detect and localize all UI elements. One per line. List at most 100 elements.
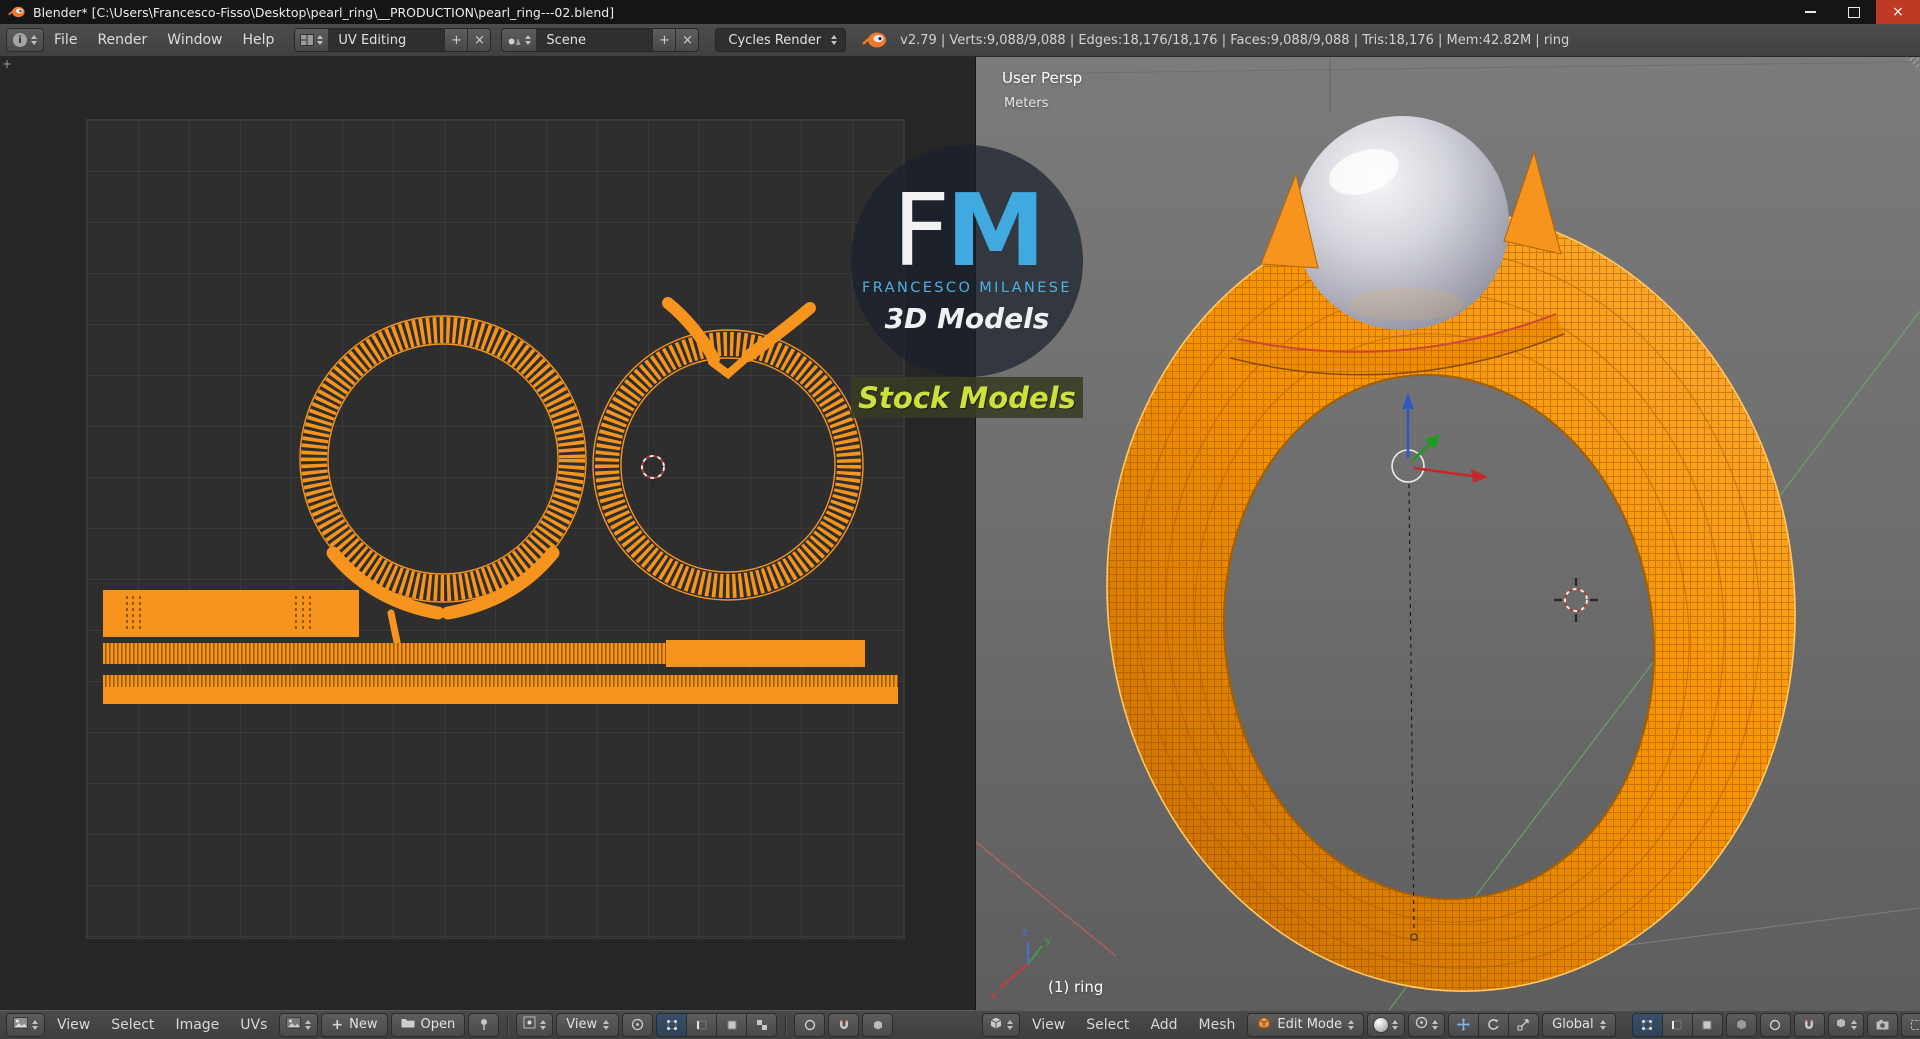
render-border-button[interactable] xyxy=(1900,1012,1920,1037)
pivot-point-button[interactable] xyxy=(622,1012,654,1037)
watermark-logo: F M FRANCESCO MILANESE 3D Models xyxy=(851,145,1083,377)
screen-layout-selector[interactable]: UV Editing + × xyxy=(294,28,492,52)
uv-select-island-button[interactable] xyxy=(746,1012,778,1037)
open-image-label: Open xyxy=(420,1017,456,1032)
chevron-updown-icon xyxy=(1392,1019,1399,1030)
proportional-icon xyxy=(1769,1019,1781,1030)
snap-element-dropdown[interactable] xyxy=(1827,1012,1864,1037)
open-image-button[interactable]: Open xyxy=(390,1012,466,1037)
viewport-menu-mesh[interactable]: Mesh xyxy=(1190,1017,1245,1033)
transform-orientation-dropdown[interactable]: Global xyxy=(1542,1012,1616,1037)
proportional-icon xyxy=(804,1019,815,1030)
orientation-label: Global xyxy=(1552,1017,1594,1032)
new-image-label: New xyxy=(349,1017,378,1032)
chevron-updown-icon xyxy=(1599,1019,1606,1030)
window-title: Blender* [C:\Users\Francesco-Fisso\Deskt… xyxy=(33,4,615,20)
add-layout-button[interactable]: + xyxy=(444,29,468,51)
snap-element-button[interactable] xyxy=(862,1012,894,1037)
uv-view-dropdown-label: View xyxy=(566,1017,598,1032)
add-scene-button[interactable]: + xyxy=(652,29,676,51)
maximize-button[interactable] xyxy=(1832,0,1876,24)
screen-layout-icon xyxy=(295,29,329,51)
separator xyxy=(785,1014,787,1035)
uv-layout-svg xyxy=(103,297,898,704)
screen-layout-name[interactable]: UV Editing xyxy=(328,29,445,51)
chevron-updown-icon xyxy=(603,1019,610,1030)
uv-select-edge-button[interactable] xyxy=(686,1012,718,1037)
chevron-updown-icon xyxy=(31,35,37,45)
sticky-selection-dropdown[interactable] xyxy=(516,1012,554,1037)
chevron-updown-icon xyxy=(540,1019,547,1030)
axis-y-label: y xyxy=(1045,934,1052,947)
watermark-letter-f: F xyxy=(892,172,949,289)
scene-icon xyxy=(502,29,537,51)
pivot-icon xyxy=(631,1018,644,1031)
select-edge-button[interactable] xyxy=(1661,1012,1693,1037)
scene-statistics: v2.79 | Verts:9,088/9,088 | Edges:18,176… xyxy=(900,32,1570,48)
pivot-icon xyxy=(1415,1016,1428,1033)
scene-name[interactable]: Scene xyxy=(536,29,653,51)
manipulator-translate-button[interactable] xyxy=(1448,1012,1480,1037)
delete-scene-button[interactable]: × xyxy=(675,29,699,51)
viewport-menu-add[interactable]: Add xyxy=(1141,1017,1186,1033)
info-header: i File Render Window Help UV Editing + ×… xyxy=(0,24,1920,57)
menu-file[interactable]: File xyxy=(44,32,87,48)
blender-logo xyxy=(862,31,888,49)
new-image-button[interactable]: + New xyxy=(321,1012,388,1037)
uv-view-dropdown[interactable]: View xyxy=(556,1012,620,1037)
chevron-updown-icon xyxy=(831,35,838,45)
uv-2d-cursor[interactable] xyxy=(631,445,675,489)
uv-menu-image[interactable]: Image xyxy=(166,1017,228,1033)
render-preview-button[interactable] xyxy=(1866,1012,1898,1037)
chevron-updown-icon xyxy=(1348,1019,1355,1030)
uv-island-strips[interactable] xyxy=(103,590,898,704)
viewport-menu-view[interactable]: View xyxy=(1023,1017,1074,1033)
snap-toggle-button[interactable] xyxy=(828,1012,860,1037)
pin-image-button[interactable] xyxy=(468,1012,500,1037)
render-engine-selector[interactable]: Cycles Render xyxy=(715,28,847,52)
proportional-edit-button[interactable] xyxy=(1759,1012,1791,1037)
viewport-shading-dropdown[interactable] xyxy=(1367,1012,1406,1037)
render-engine-name: Cycles Render xyxy=(728,32,822,48)
pivot-point-dropdown[interactable] xyxy=(1408,1012,1446,1037)
unit-system-overlay: Meters xyxy=(1004,96,1049,111)
info-editor-type-button[interactable]: i xyxy=(6,28,44,52)
manipulator-rotate-button[interactable] xyxy=(1478,1012,1510,1037)
select-vertex-button[interactable] xyxy=(1631,1012,1663,1037)
menu-render[interactable]: Render xyxy=(87,32,157,48)
uv-select-vertex-button[interactable] xyxy=(656,1012,688,1037)
pearl[interactable] xyxy=(1295,116,1509,330)
uv-select-face-button[interactable] xyxy=(716,1012,748,1037)
chevron-updown-icon xyxy=(1007,1019,1013,1030)
uv-menu-uvs[interactable]: UVs xyxy=(231,1017,276,1033)
uv-image-editor[interactable]: + xyxy=(0,56,975,1010)
uv-menu-select[interactable]: Select xyxy=(102,1017,163,1033)
menu-window[interactable]: Window xyxy=(157,32,232,48)
minimize-button[interactable] xyxy=(1788,0,1832,24)
watermark-letter-m: M xyxy=(946,172,1045,289)
mode-selector[interactable]: Edit Mode xyxy=(1247,1012,1365,1037)
scene-selector[interactable]: Scene + × xyxy=(501,28,700,52)
delete-layout-button[interactable]: × xyxy=(467,29,491,51)
viewport-header: View Select Add Mesh Edit Mode Global xyxy=(976,1010,1920,1039)
viewport-menu-select[interactable]: Select xyxy=(1077,1017,1138,1033)
minimize-icon xyxy=(1804,11,1816,13)
snap-toggle-button[interactable] xyxy=(1793,1012,1825,1037)
manipulator-scale-button[interactable] xyxy=(1508,1012,1540,1037)
select-face-button[interactable] xyxy=(1691,1012,1723,1037)
viewport-scene-svg: x y z xyxy=(976,56,1920,1010)
chevron-updown-icon xyxy=(1432,1019,1439,1030)
mesh-select-mode-group xyxy=(1631,1012,1723,1037)
viewport-editor-type-button[interactable] xyxy=(982,1012,1020,1037)
limit-selection-visible-button[interactable] xyxy=(1725,1012,1757,1037)
uv-editor-type-button[interactable] xyxy=(6,1012,45,1037)
proportional-edit-button[interactable] xyxy=(794,1012,826,1037)
viewport-3d[interactable]: x y z User Persp Meters (1) ring xyxy=(976,56,1920,1010)
watermark-fm-monogram: F M xyxy=(892,172,1045,289)
uv-menu-view[interactable]: View xyxy=(48,1017,99,1033)
image-datablock-selector[interactable] xyxy=(279,1012,319,1037)
info-icon: i xyxy=(13,33,27,47)
face-mode-icon xyxy=(1702,1020,1712,1029)
menu-help[interactable]: Help xyxy=(232,32,284,48)
close-button[interactable]: × xyxy=(1876,0,1920,24)
